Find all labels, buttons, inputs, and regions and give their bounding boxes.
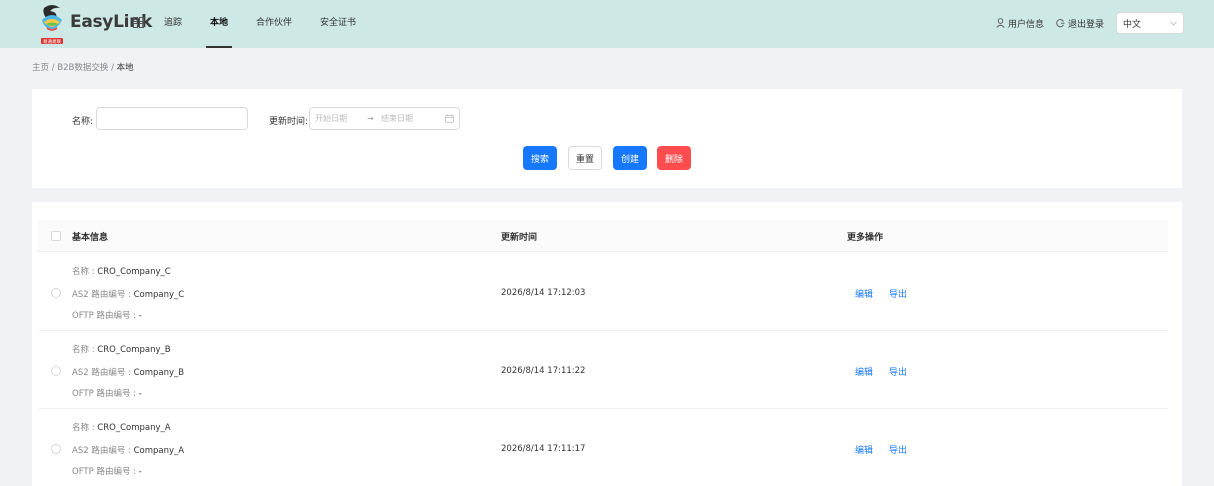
top-header: 易通易联 EasyLink 追踪 本地 合作伙伴 安全证书 用户信息 退出登录 [0, 0, 1214, 48]
name-value: CRO_Company_A [97, 423, 171, 433]
name-field-label: 名称: [72, 117, 94, 127]
row-updated-time: 2026/8/14 17:11:17 [501, 444, 586, 454]
user-info-link[interactable]: 用户信息 [996, 17, 1044, 30]
oftp-value: - [138, 311, 142, 321]
as2-key: AS2 路由编号 : [72, 368, 134, 378]
row-oftp-line: OFTP 路由编号 : - [72, 465, 142, 477]
table-panel: 基本信息 更新时间 更多操作 名称 : CRO_Company_C AS2 路由… [32, 202, 1182, 486]
oftp-value: - [138, 467, 142, 477]
easylink-logo[interactable]: 易通易联 [38, 2, 66, 46]
language-value: 中文 [1123, 19, 1142, 30]
row-name-line: 名称 : CRO_Company_A [72, 421, 171, 433]
select-all-checkbox[interactable] [51, 231, 61, 241]
breadcrumb-section[interactable]: B2B数据交换 [57, 63, 108, 73]
oftp-key: OFTP 路由编号 : [72, 467, 139, 477]
logout-link[interactable]: 退出登录 [1056, 17, 1104, 30]
row-select-radio[interactable] [51, 444, 61, 454]
update-time-label: 更新时间: [269, 117, 309, 127]
language-select[interactable]: 中文 [1116, 12, 1184, 34]
breadcrumb-current: 本地 [116, 63, 134, 73]
as2-value: Company_A [133, 446, 185, 456]
svg-text:易通易联: 易通易联 [43, 38, 61, 45]
date-range-picker[interactable]: 开始日期 → 结束日期 [309, 107, 460, 130]
row-as2-line: AS2 路由编号 : Company_C [72, 288, 184, 300]
row-as2-line: AS2 路由编号 : Company_B [72, 366, 184, 378]
name-input[interactable] [96, 107, 248, 130]
row-select-radio[interactable] [51, 288, 61, 298]
table-row: 名称 : CRO_Company_C AS2 路由编号 : Company_C … [38, 253, 1168, 331]
table-header: 基本信息 更新时间 更多操作 [38, 220, 1168, 252]
as2-value: Company_C [133, 290, 185, 300]
oftp-key: OFTP 路由编号 : [72, 311, 139, 321]
name-key: 名称 : [72, 345, 98, 355]
range-arrow: → [367, 114, 374, 123]
row-oftp-line: OFTP 路由编号 : - [72, 309, 142, 321]
reset-button[interactable]: 重置 [568, 146, 602, 170]
column-header-more-ops: 更多操作 [847, 233, 884, 243]
nav-tab-tracking[interactable]: 追踪 [164, 0, 196, 48]
logout-icon [1056, 19, 1065, 28]
table-row: 名称 : CRO_Company_B AS2 路由编号 : Company_B … [38, 331, 1168, 409]
row-name-line: 名称 : CRO_Company_C [72, 265, 171, 277]
export-link[interactable]: 导出 [889, 443, 907, 456]
user-icon [996, 18, 1005, 28]
table-row: 名称 : CRO_Company_A AS2 路由编号 : Company_A … [38, 409, 1168, 486]
row-updated-time: 2026/8/14 17:12:03 [501, 288, 586, 298]
edit-link[interactable]: 编辑 [855, 287, 873, 300]
nav-tab-local[interactable]: 本地 [196, 0, 242, 48]
row-oftp-line: OFTP 路由编号 : - [72, 387, 142, 399]
as2-key: AS2 路由编号 : [72, 446, 134, 456]
breadcrumb: 主页 / B2B数据交换 / 本地 [32, 61, 134, 73]
row-name-line: 名称 : CRO_Company_B [72, 343, 171, 355]
edit-link[interactable]: 编辑 [855, 443, 873, 456]
breadcrumb-separator: / [108, 63, 117, 73]
chevron-down-icon [1170, 20, 1177, 26]
name-value: CRO_Company_C [97, 267, 171, 277]
apps-grid-icon[interactable] [133, 17, 144, 28]
name-key: 名称 : [72, 423, 98, 433]
oftp-key: OFTP 路由编号 : [72, 389, 139, 399]
name-key: 名称 : [72, 267, 98, 277]
as2-key: AS2 路由编号 : [72, 290, 134, 300]
row-updated-time: 2026/8/14 17:11:22 [501, 366, 586, 376]
export-link[interactable]: 导出 [889, 287, 907, 300]
as2-value: Company_B [133, 368, 185, 378]
delete-button[interactable]: 删除 [657, 146, 691, 170]
name-value: CRO_Company_B [97, 345, 171, 355]
row-as2-line: AS2 路由编号 : Company_A [72, 444, 184, 456]
end-date-input[interactable]: 结束日期 [381, 113, 433, 124]
calendar-icon [445, 114, 454, 123]
column-header-basic-info: 基本信息 [72, 233, 109, 243]
main-nav: 追踪 本地 合作伙伴 安全证书 [164, 0, 370, 48]
export-link[interactable]: 导出 [889, 365, 907, 378]
row-select-radio[interactable] [51, 366, 61, 376]
edit-link[interactable]: 编辑 [855, 365, 873, 378]
column-header-updated: 更新时间 [501, 233, 538, 243]
user-info-label: 用户信息 [1007, 19, 1044, 30]
search-panel: 名称: 更新时间: 开始日期 → 结束日期 搜索 重置 创建 删除 [32, 89, 1182, 188]
nav-tab-certificates[interactable]: 安全证书 [306, 0, 370, 48]
nav-tab-partners[interactable]: 合作伙伴 [242, 0, 306, 48]
start-date-input[interactable]: 开始日期 [315, 113, 367, 124]
search-button[interactable]: 搜索 [523, 146, 557, 170]
logout-label: 退出登录 [1067, 19, 1104, 30]
oftp-value: - [138, 389, 142, 399]
header-actions: 用户信息 退出登录 中文 [996, 12, 1184, 34]
create-button[interactable]: 创建 [613, 146, 647, 170]
breadcrumb-home[interactable]: 主页 [32, 63, 49, 73]
